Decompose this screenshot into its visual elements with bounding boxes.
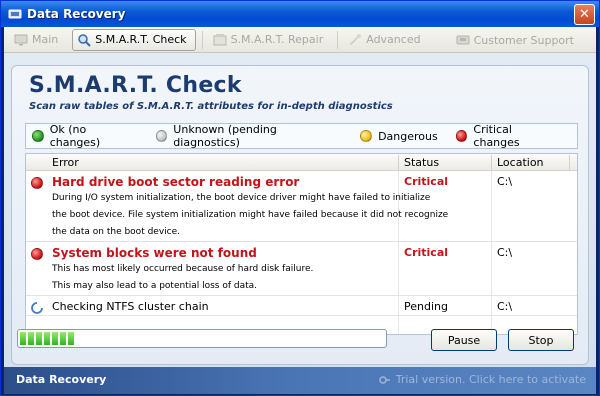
close-button[interactable]: ✕ xyxy=(574,4,595,25)
error-description: This has most likely occurred because of… xyxy=(52,264,314,274)
pause-button[interactable]: Pause xyxy=(431,329,497,351)
legend-unknown-label: Unknown (pending diagnostics) xyxy=(173,123,277,149)
toolbar-divider xyxy=(201,30,203,49)
tab-smart-check-label: S.M.A.R.T. Check xyxy=(95,33,187,46)
legend-dangerous-label: Dangerous xyxy=(378,129,438,143)
status-cell: Critical xyxy=(404,246,449,259)
progress-segment xyxy=(52,332,58,345)
progress-segment xyxy=(60,332,66,345)
error-title: Hard drive boot sector reading error xyxy=(52,175,300,189)
toolbar-divider xyxy=(337,30,339,49)
client-area: Main S.M.A.R.T. Check S.M.A.R.T. Repair xyxy=(4,27,596,394)
tab-main[interactable]: Main xyxy=(10,29,66,51)
customer-support-label: Customer Support xyxy=(473,33,574,47)
error-description: During I/O system initialization, the bo… xyxy=(52,193,431,203)
table-header: Error Status Location xyxy=(26,154,577,171)
page-title: S.M.A.R.T. Check xyxy=(29,73,242,98)
unknown-status-icon xyxy=(155,130,168,142)
column-header-location[interactable]: Location xyxy=(497,156,544,169)
status-legend: Ok (no changes) Unknown (pending diagnos… xyxy=(25,123,578,149)
location-cell: C:\ xyxy=(497,300,513,313)
legend-ok: Ok (no changes) xyxy=(32,123,138,149)
progress-fill xyxy=(20,332,384,345)
toolbar: Main S.M.A.R.T. Check S.M.A.R.T. Repair xyxy=(4,27,596,53)
activate-link[interactable]: Trial version. Click here to activate xyxy=(378,373,586,386)
main-panel: S.M.A.R.T. Check Scan raw tables of S.M.… xyxy=(11,65,589,365)
legend-critical-label: Critical changes xyxy=(473,123,520,149)
progress-segment xyxy=(36,332,42,345)
tab-advanced-label: Advanced xyxy=(366,33,421,46)
legend-dangerous: Dangerous xyxy=(360,130,438,143)
repair-icon xyxy=(213,33,227,47)
customer-support-button[interactable]: Customer Support xyxy=(452,29,582,51)
results-table: Error Status Location Hard drive boot se… xyxy=(25,153,578,335)
tab-smart-check[interactable]: S.M.A.R.T. Check xyxy=(72,28,196,51)
page-subtitle: Scan raw tables of S.M.A.R.T. attributes… xyxy=(29,101,393,112)
progress-segment xyxy=(68,332,74,345)
key-icon xyxy=(378,374,391,386)
status-cell: Critical xyxy=(404,175,449,188)
progress-segment xyxy=(44,332,50,345)
location-cell: C:\ xyxy=(497,175,513,188)
app-window: Data Recovery ✕ Main S.M.A.R.T. Check S.… xyxy=(0,0,600,396)
critical-status-icon xyxy=(31,248,43,260)
error-title: System blocks were not found xyxy=(52,246,257,260)
column-divider xyxy=(491,155,492,170)
progress-segment xyxy=(28,332,34,345)
critical-status-icon xyxy=(455,130,468,142)
spinner-icon xyxy=(31,302,43,314)
column-divider xyxy=(569,155,570,170)
status-cell: Pending xyxy=(404,300,448,313)
status-bar-title: Data Recovery xyxy=(16,373,107,386)
tab-smart-repair-label: S.M.A.R.T. Repair xyxy=(230,33,324,46)
search-icon xyxy=(77,33,91,47)
table-row[interactable]: System blocks were not found This has mo… xyxy=(26,243,577,296)
tab-smart-repair[interactable]: S.M.A.R.T. Repair xyxy=(209,29,332,51)
tab-advanced[interactable]: Advanced xyxy=(344,29,428,51)
activate-link-label: Trial version. Click here to activate xyxy=(395,373,586,386)
monitor-icon xyxy=(14,33,28,47)
legend-ok-label: Ok (no changes) xyxy=(49,123,101,149)
legend-critical: Critical changes xyxy=(455,123,559,149)
error-description: the data on the boot device. xyxy=(52,227,181,237)
error-description: This may also lead to a potential loss o… xyxy=(52,281,258,291)
support-icon xyxy=(456,33,470,47)
column-divider xyxy=(398,155,399,170)
error-title: Checking NTFS cluster chain xyxy=(52,300,209,313)
critical-status-icon xyxy=(31,177,43,189)
column-header-error[interactable]: Error xyxy=(52,156,79,169)
progress-segment xyxy=(20,332,26,345)
status-bar: Data Recovery Trial version. Click here … xyxy=(4,367,596,394)
ok-status-icon xyxy=(32,130,44,142)
column-header-status[interactable]: Status xyxy=(404,156,439,169)
scan-progress-bar xyxy=(17,329,387,348)
table-row[interactable]: Checking NTFS cluster chain Pending C:\ xyxy=(26,297,577,316)
location-cell: C:\ xyxy=(497,246,513,259)
stop-button[interactable]: Stop xyxy=(508,329,574,351)
advanced-icon xyxy=(348,33,362,47)
error-description: the boot device. File system initializat… xyxy=(52,210,449,220)
dangerous-status-icon xyxy=(360,130,373,142)
window-title: Data Recovery xyxy=(27,7,126,21)
title-bar[interactable]: Data Recovery ✕ xyxy=(1,1,599,27)
legend-unknown: Unknown (pending diagnostics) xyxy=(155,123,342,149)
table-row[interactable]: Hard drive boot sector reading error Dur… xyxy=(26,172,577,242)
close-icon: ✕ xyxy=(579,7,590,22)
tab-main-label: Main xyxy=(32,33,59,46)
app-icon xyxy=(7,6,23,22)
